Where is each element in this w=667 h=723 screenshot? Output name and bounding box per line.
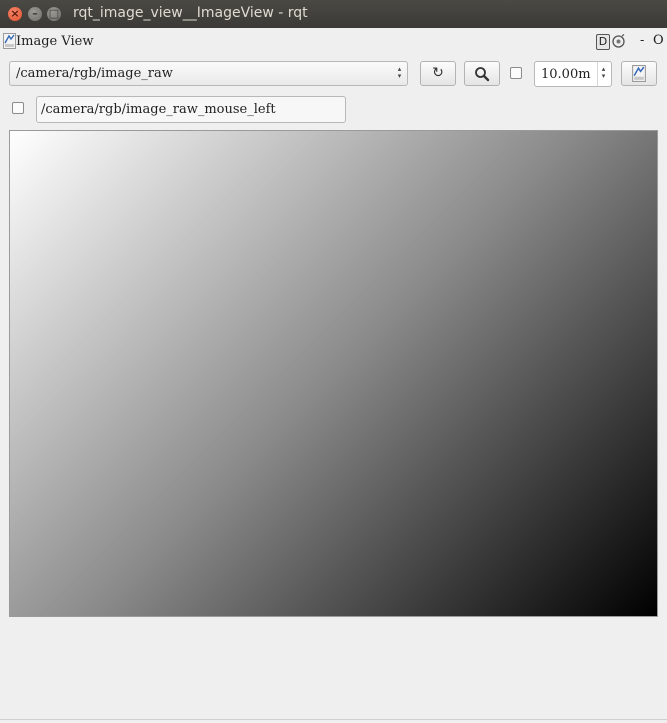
smooth-scaling-checkbox[interactable] [510,67,522,79]
window-close-button[interactable]: × [8,7,22,21]
help-gear-icon[interactable] [611,34,626,49]
rqt-plugin-icon [3,33,16,49]
dock-d-button[interactable]: D [596,34,610,50]
spinbox-divider [597,62,598,86]
window-title: rqt_image_view__ImageView - rqt [73,5,308,21]
minimize-plugin-button[interactable]: - [640,33,644,47]
image-display[interactable] [9,130,658,617]
mouse-topic-value: /camera/rgb/image_raw_mouse_left [41,102,276,117]
combobox-arrows-icon: ▴ ▾ [397,65,402,80]
refresh-icon: ↻ [432,65,444,81]
mouse-topic-field[interactable]: /camera/rgb/image_raw_mouse_left [36,96,346,123]
close-plugin-button[interactable]: O [653,33,664,48]
search-icon [475,67,490,82]
save-image-icon [632,65,646,82]
timeout-value: 10.00m [541,67,591,82]
refresh-topics-button[interactable]: ↻ [420,61,456,86]
window-maximize-button[interactable]: □ [47,7,61,21]
plugin-title: Image View [16,34,94,49]
publish-mouse-checkbox[interactable] [12,102,24,114]
bottom-divider [0,719,667,720]
topic-selected-value: /camera/rgb/image_raw [16,66,173,81]
window-titlebar[interactable]: × – □ rqt_image_view__ImageView - rqt [0,0,667,28]
timeout-spinbox[interactable]: 10.00m ▴ ▾ [534,61,612,87]
save-image-button[interactable] [621,61,657,86]
zoom-1-button[interactable] [464,61,500,86]
spinbox-arrows-icon[interactable]: ▴ ▾ [600,66,607,80]
window-minimize-button[interactable]: – [28,7,42,21]
topic-selector-combobox[interactable]: /camera/rgb/image_raw ▴ ▾ [9,61,408,86]
